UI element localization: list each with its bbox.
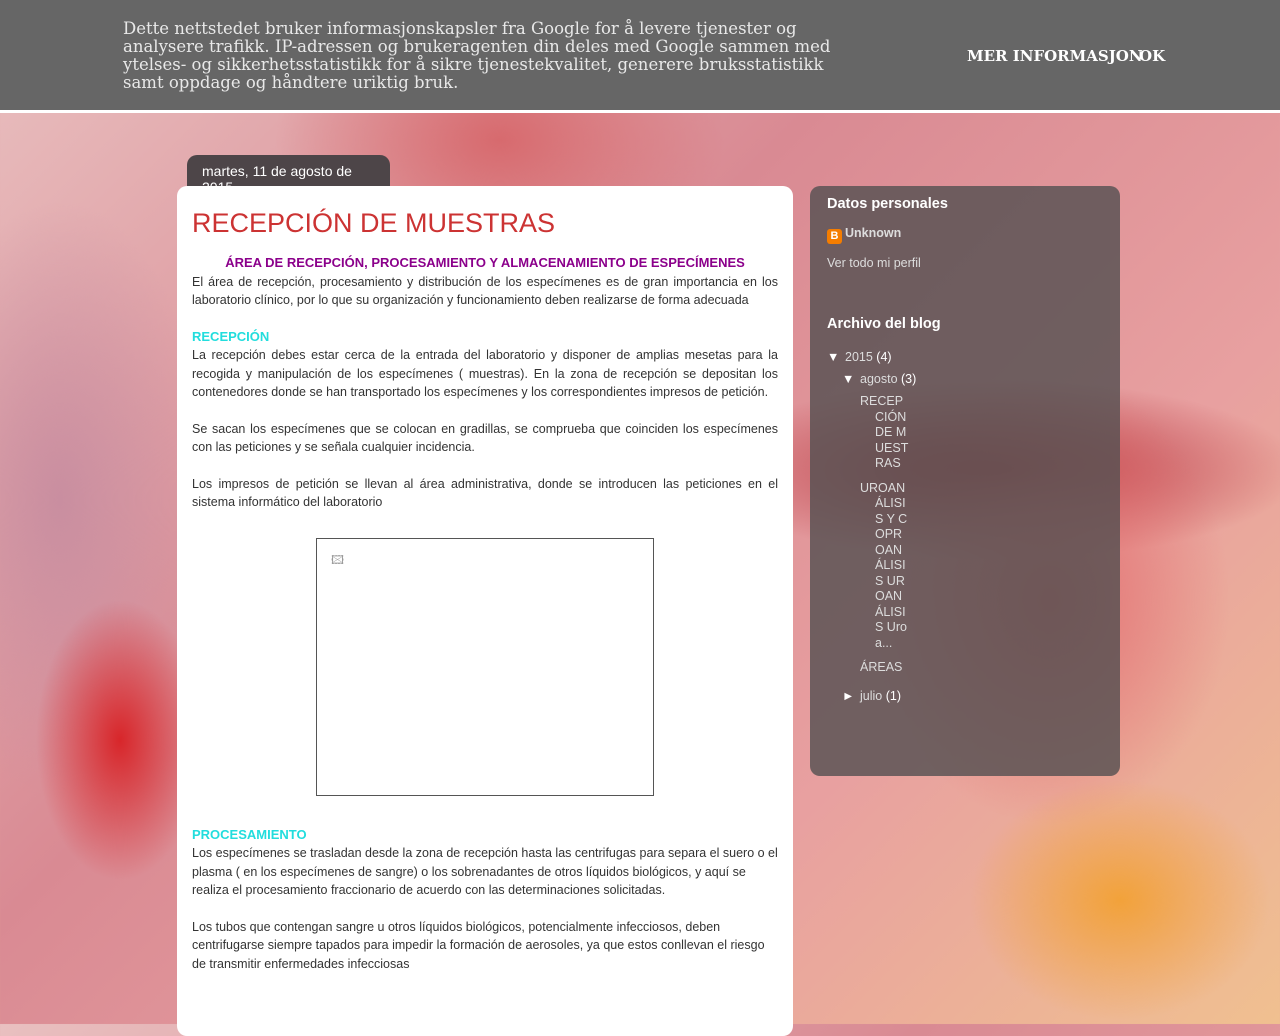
month-count: (1) (885, 688, 902, 703)
cookie-text: Dette nettstedet bruker informasjonskaps… (123, 19, 831, 92)
post-date: martes, 11 de agosto de 2015 (187, 155, 390, 195)
archive-post-link[interactable]: UROANÁLISIS Y COPROANÁLISIS UROANÁLISIS … (860, 481, 910, 652)
archive-year-link[interactable]: 2015 (845, 350, 873, 364)
month-count: (3) (901, 372, 917, 386)
more-info-button[interactable]: MER INFORMASJON (967, 47, 1143, 65)
expand-year-toggle[interactable]: ▼ (827, 346, 845, 368)
archive-month-link[interactable]: julio (860, 689, 882, 703)
post: RECEPCIÓN DE MUESTRAS ÁREA DE RECEPCIÓN,… (177, 186, 793, 1036)
post-title[interactable]: RECEPCIÓN DE MUESTRAS (192, 206, 778, 240)
archive-post-link[interactable]: ÁREAS (860, 660, 910, 676)
paragraph: La recepción debes estar cerca de la ent… (192, 348, 778, 399)
collapsed-month-toggle[interactable]: ► (842, 685, 860, 707)
paragraph: Los impresos de petición se llevan al ár… (192, 476, 778, 510)
paragraph: Se sacan los especímenes que se colocan … (192, 421, 778, 455)
expand-month-toggle[interactable]: ▼ (842, 368, 860, 390)
paragraph: Los especímenes se trasladan desde la zo… (192, 846, 778, 897)
blogger-icon: B (827, 229, 842, 244)
broken-image: 🖾 (316, 537, 654, 796)
broken-image-icon: 🖾 (331, 552, 345, 567)
profile-link[interactable]: Ver todo mi perfil (827, 256, 1103, 270)
ok-button[interactable]: OK (1139, 47, 1165, 65)
profile-name-link[interactable]: Unknown (845, 226, 901, 240)
paragraph: Los tubos que contengan sangre u otros l… (192, 919, 765, 971)
profile-heading: Datos personales (827, 196, 948, 212)
year-count: (4) (876, 350, 892, 364)
archive-heading: Archivo del blog (827, 316, 941, 332)
cookie-banner: Dette nettstedet bruker informasjonskaps… (0, 0, 1280, 113)
paragraph: El área de recepción, procesamiento y di… (192, 274, 778, 308)
section-heading: PROCESAMIENTO (192, 826, 307, 842)
sidebar: Datos personales B Unknown Ver todo mi pe… (810, 186, 1120, 776)
archive-month-link[interactable]: agosto (860, 372, 898, 386)
section-heading: RECEPCIÓN (192, 328, 270, 344)
archive-post-link[interactable]: RECEPCIÓN DE MUESTRAS (860, 394, 910, 472)
post-subtitle: ÁREA DE RECEPCIÓN, PROCESAMIENTO Y ALMAC… (225, 255, 745, 270)
